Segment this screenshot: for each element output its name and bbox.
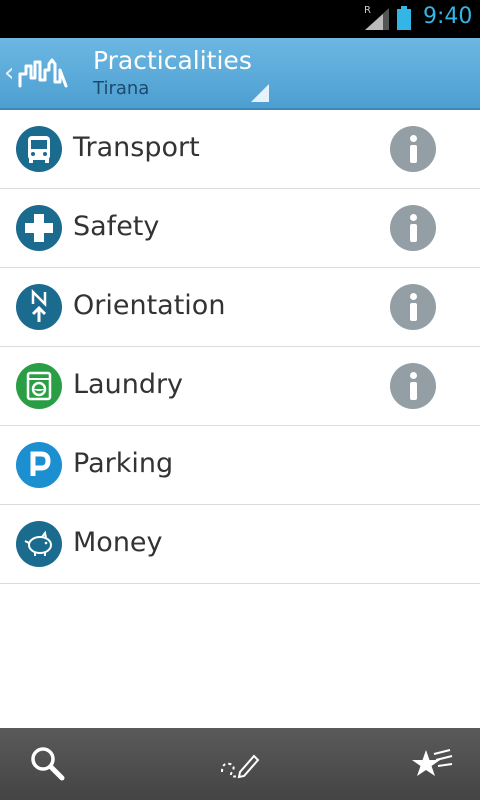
piggy-bank-icon [16, 521, 62, 567]
list-item-label: Safety [73, 211, 160, 242]
spinner-indicator-icon[interactable] [251, 84, 269, 102]
search-icon[interactable] [26, 742, 70, 786]
list-item-label: Transport [73, 132, 200, 163]
north-arrow-icon [16, 284, 62, 330]
info-icon[interactable] [390, 205, 436, 251]
list-item-laundry[interactable]: Laundry [0, 347, 480, 426]
action-bar: ‹ Practicalities Tirana [0, 38, 480, 110]
list-item-label: Money [73, 527, 163, 558]
list-item-orientation[interactable]: Orientation [0, 268, 480, 347]
list-item-safety[interactable]: Safety [0, 189, 480, 268]
list-item-money[interactable]: Money [0, 505, 480, 584]
status-time: 9:40 [423, 4, 473, 29]
chevron-left-icon[interactable]: ‹ [4, 60, 14, 86]
battery-icon [397, 6, 411, 30]
list-item-label: Laundry [73, 369, 184, 400]
stars-icon[interactable] [410, 742, 454, 786]
parking-icon [16, 442, 62, 488]
city-skyline-logo-icon[interactable] [18, 56, 70, 92]
page-title: Practicalities [93, 46, 252, 75]
info-icon[interactable] [390, 284, 436, 330]
list-item-transport[interactable]: Transport [0, 110, 480, 189]
washing-machine-icon [16, 363, 62, 409]
page-subtitle: Tirana [93, 78, 150, 99]
list-item-label: Parking [73, 448, 174, 479]
practicalities-list: Transport Safety Orientation Laundry Par… [0, 110, 480, 584]
bottom-toolbar [0, 728, 480, 800]
bus-icon [16, 126, 62, 172]
medical-cross-icon [16, 205, 62, 251]
route-pencil-icon[interactable] [218, 742, 262, 786]
status-bar: R 9:40 [0, 0, 480, 38]
list-item-parking[interactable]: Parking [0, 426, 480, 505]
title-block[interactable]: Practicalities Tirana [93, 46, 252, 100]
signal-icon [365, 8, 389, 30]
info-icon[interactable] [390, 363, 436, 409]
info-icon[interactable] [390, 126, 436, 172]
list-item-label: Orientation [73, 290, 226, 321]
